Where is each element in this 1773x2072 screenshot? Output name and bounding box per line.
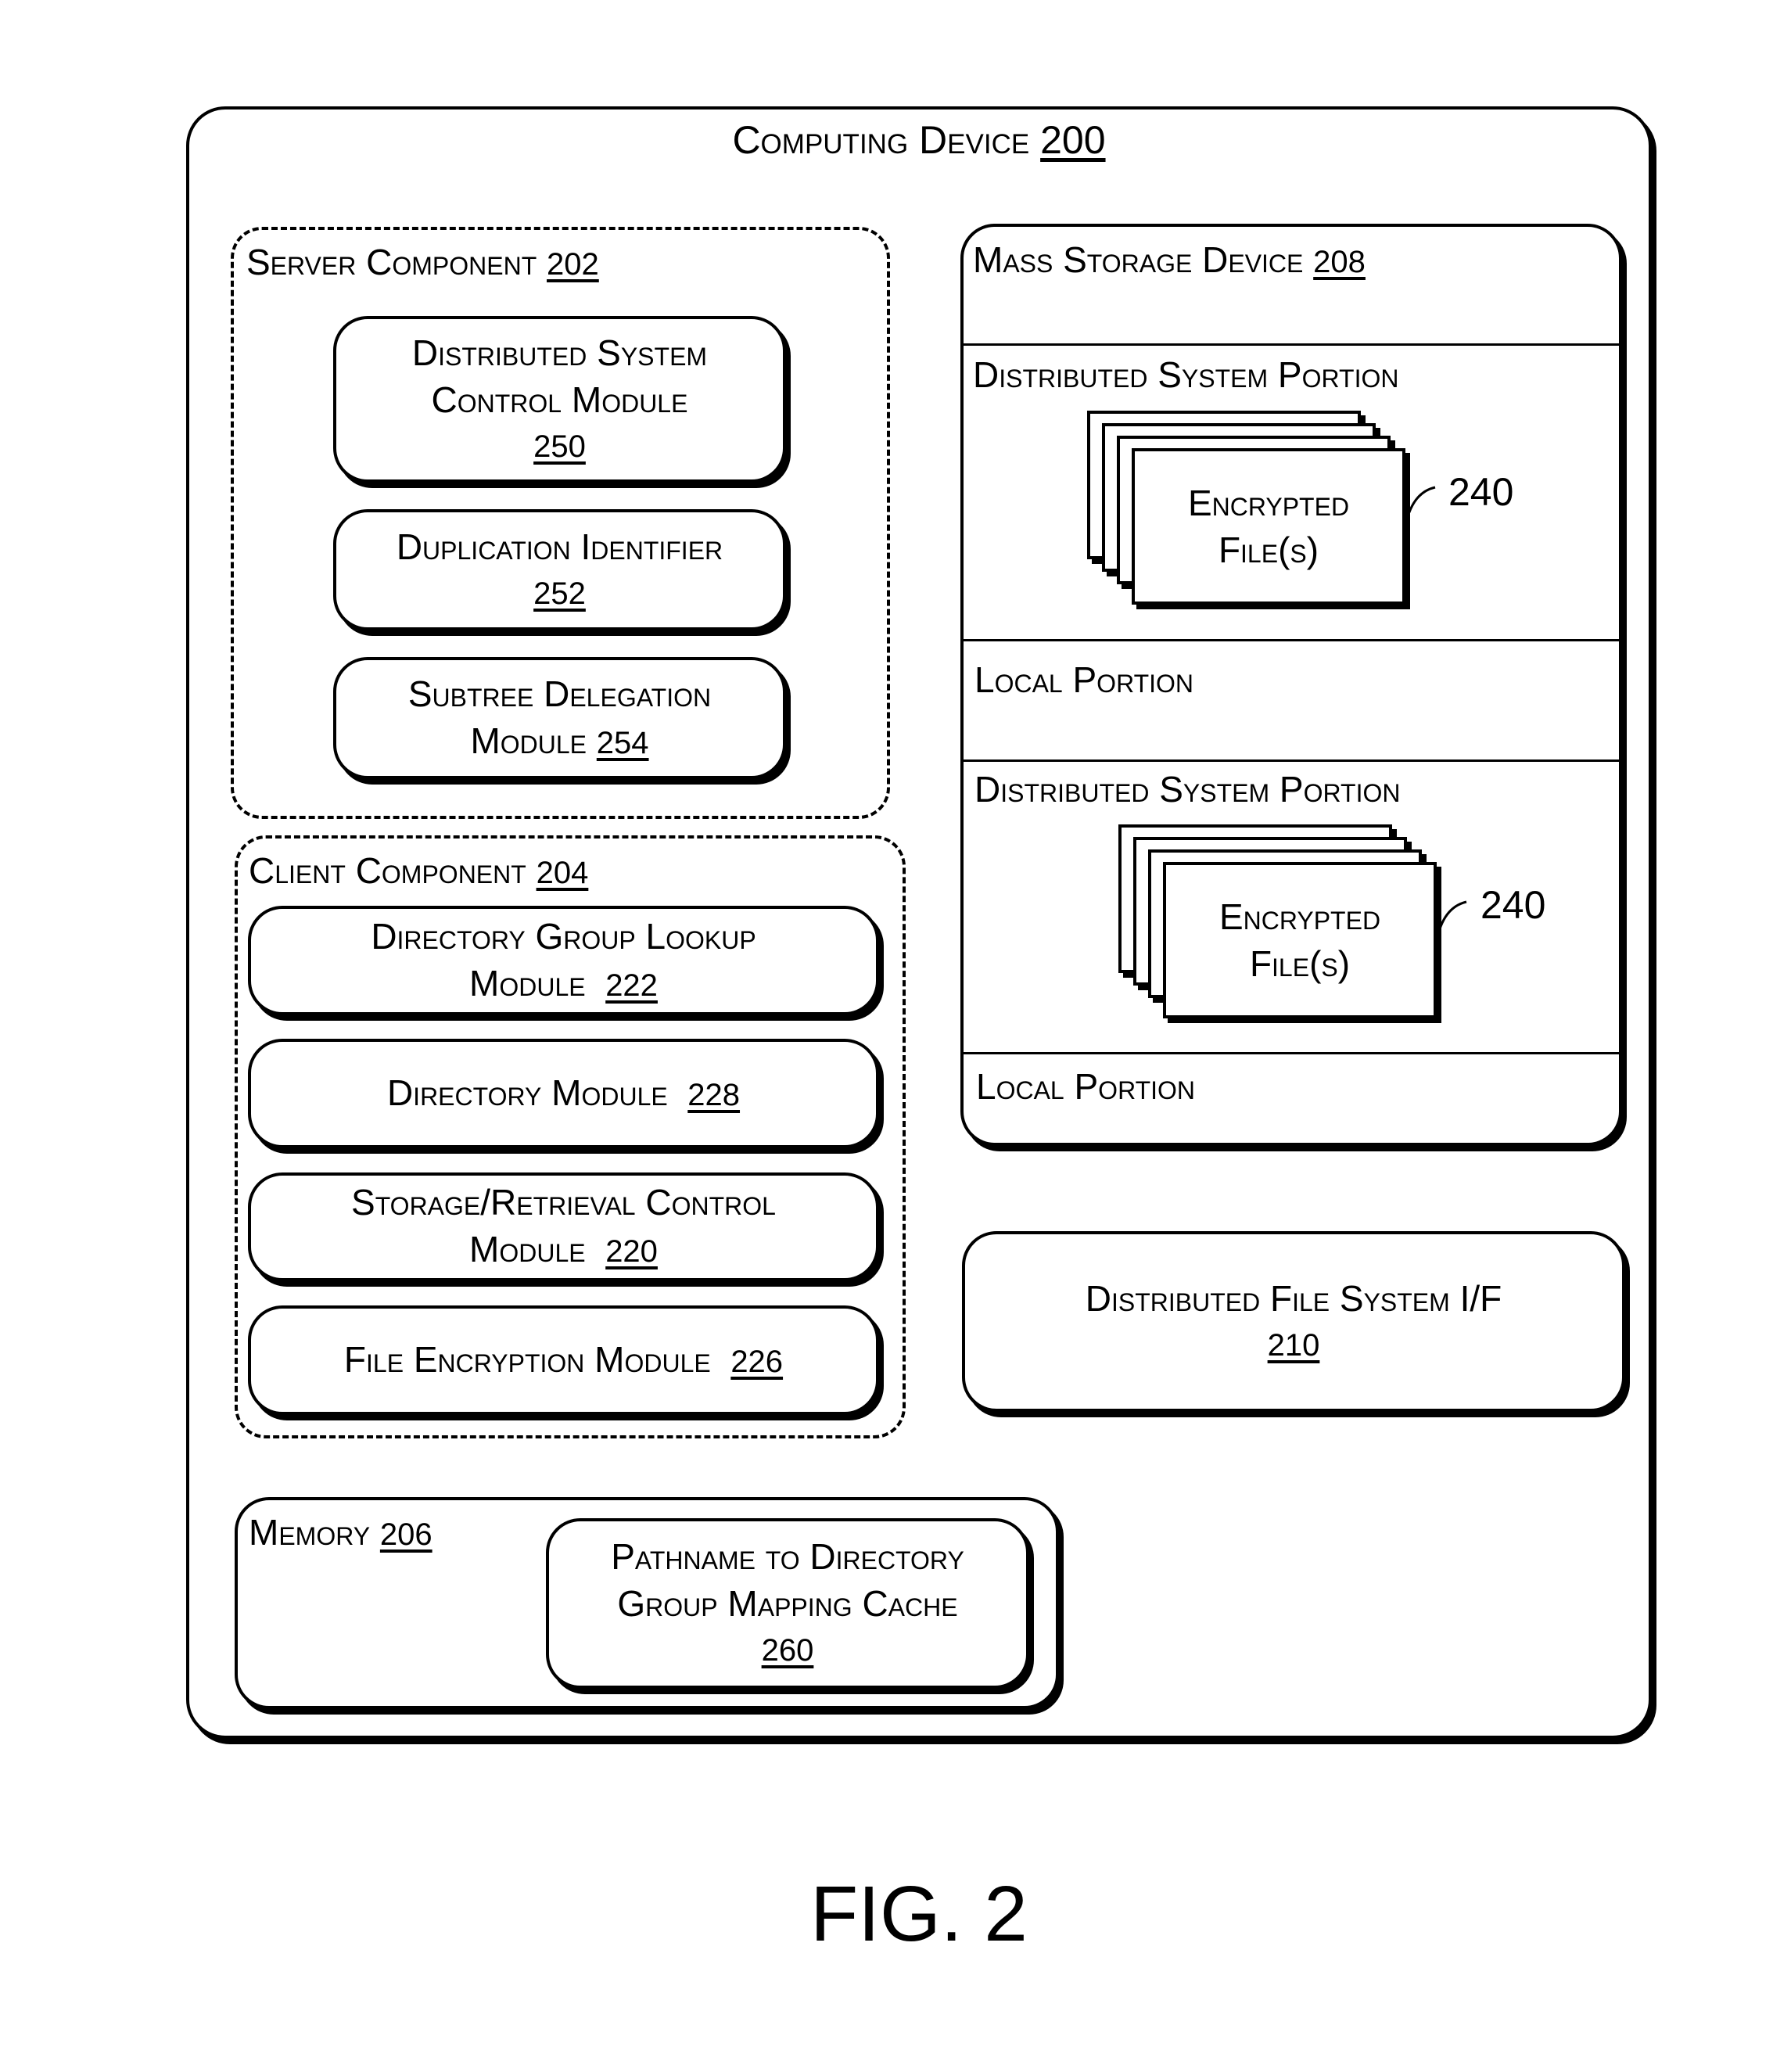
- leader-line: [1404, 486, 1436, 527]
- divider: [964, 1052, 1619, 1054]
- pathname-directory-group-mapping-cache: Pathname to Directory Group Mapping Cach…: [546, 1518, 1029, 1689]
- computing-device-title: Computing Device 200: [732, 118, 1106, 162]
- subtree-delegation-module: Subtree Delegation Module 254: [333, 657, 786, 779]
- encrypted-files-sheet: Encrypted File(s): [1132, 448, 1405, 605]
- encrypted-files-ref: 240: [1448, 470, 1514, 514]
- directory-group-lookup-module: Directory Group Lookup Module 222: [248, 906, 879, 1015]
- directory-module: Directory Module 228: [248, 1039, 879, 1148]
- distributed-system-portion-label: Distributed System Portion: [974, 769, 1401, 810]
- divider: [964, 343, 1619, 346]
- mass-storage-title: Mass Storage Device 208: [973, 239, 1366, 280]
- leader-line: [1435, 900, 1467, 942]
- divider: [964, 759, 1619, 762]
- distributed-system-control-module: Distributed System Control Module 250: [333, 316, 786, 483]
- encrypted-files-ref: 240: [1480, 883, 1546, 927]
- distributed-file-system-interface: Distributed File System I/F 210: [962, 1231, 1625, 1412]
- encrypted-files-sheet: Encrypted File(s): [1163, 862, 1437, 1018]
- storage-retrieval-control-module: Storage/Retrieval Control Module 220: [248, 1172, 879, 1281]
- figure-label: FIG. 2: [810, 1870, 1028, 1958]
- local-portion-label: Local Portion: [976, 1066, 1196, 1107]
- distributed-system-portion-label: Distributed System Portion: [973, 354, 1399, 395]
- file-encryption-module: File Encryption Module 226: [248, 1305, 879, 1415]
- local-portion-label: Local Portion: [974, 659, 1194, 700]
- divider: [964, 639, 1619, 641]
- memory-title: Memory 206: [249, 1512, 432, 1553]
- client-component-title: Client Component 204: [249, 850, 589, 891]
- computing-device-ref: 200: [1040, 118, 1106, 162]
- server-component-title: Server Component 202: [246, 242, 599, 282]
- duplication-identifier-module: Duplication Identifier 252: [333, 509, 786, 630]
